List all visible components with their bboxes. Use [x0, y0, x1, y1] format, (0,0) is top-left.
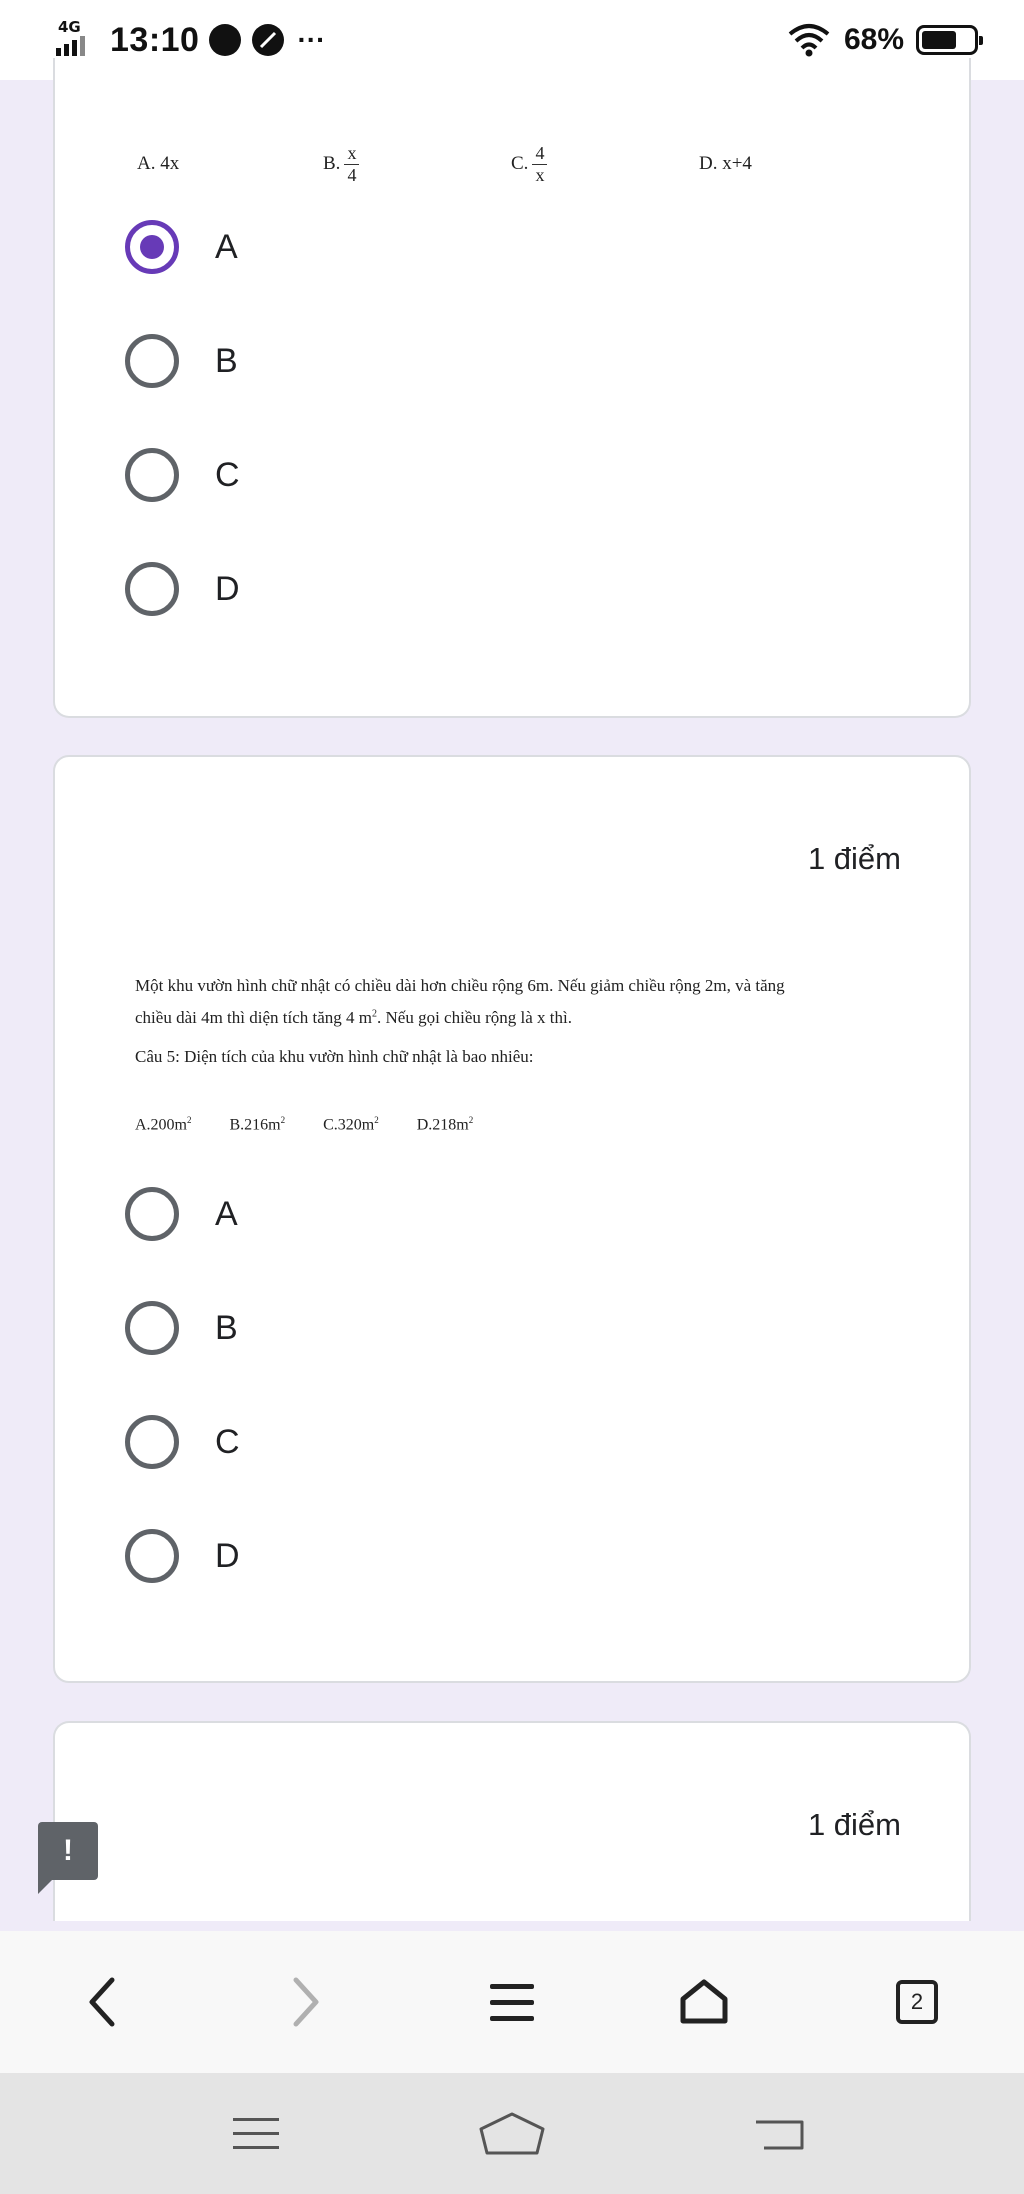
option-label: C [215, 455, 240, 494]
q5-option-b[interactable]: B [125, 1301, 238, 1355]
battery-icon [916, 25, 983, 55]
answer-text: D.218m [416, 1116, 469, 1134]
menu-icon [490, 1984, 534, 2021]
network-type: 4G [58, 18, 81, 36]
menu-button[interactable] [462, 1931, 562, 2073]
answer-sup: 2 [374, 1115, 379, 1125]
option-label: D [215, 1536, 240, 1575]
radio-icon[interactable] [125, 448, 179, 502]
answer-text: B.216m [229, 1116, 281, 1134]
tab-count: 2 [910, 1989, 924, 2014]
forward-button[interactable] [256, 1931, 356, 2073]
radio-icon[interactable] [125, 1415, 179, 1469]
menu-lines-icon [233, 2117, 279, 2149]
radio-checked-icon[interactable] [125, 220, 179, 274]
q4-option-a[interactable]: A [125, 220, 238, 274]
back-button[interactable] [52, 1931, 152, 2073]
home-button[interactable] [654, 1931, 754, 2073]
radio-icon[interactable] [125, 1301, 179, 1355]
answer-c-text: C. 4x [511, 124, 548, 204]
question-points: 1 điểm [807, 841, 901, 876]
answer-sup: 2 [468, 1115, 474, 1125]
answer-d-text: D.218m2 [417, 1115, 474, 1134]
leaf-icon [252, 24, 285, 56]
answer-text: C.320m [323, 1116, 375, 1134]
answer-sup: 2 [280, 1115, 286, 1125]
option-label: B [215, 1308, 238, 1347]
question-card-4: A. 4x B. x4 C. 4x D. x+4 A B C D [53, 58, 971, 718]
question-line-2-prefix: chiều dài 4m thì diện tích tăng 4 m [135, 1007, 373, 1027]
question-card-6: 1 điểm [53, 1721, 971, 1921]
answer-b-denominator: 4 [347, 164, 357, 185]
answer-c-denominator: x [535, 164, 545, 185]
answer-a-text: A.200m2 [135, 1115, 192, 1134]
notification-icon [209, 24, 242, 56]
radio-icon[interactable] [125, 1529, 179, 1583]
answer-b-text: B.216m2 [230, 1115, 286, 1134]
q5-option-d[interactable]: D [125, 1529, 240, 1583]
option-label: C [215, 1422, 240, 1461]
answer-d-text: D. x+4 [699, 153, 752, 174]
tabs-icon: 2 [896, 1980, 938, 2024]
question-line-3: Câu 5: Diện tích của khu vườn hình chữ n… [135, 1047, 534, 1066]
feedback-icon[interactable]: ! [38, 1822, 98, 1894]
answer-c-text: C.320m2 [323, 1115, 379, 1134]
system-back-button[interactable] [720, 2073, 840, 2194]
option-label: D [215, 569, 240, 608]
battery-percent: 68% [843, 23, 904, 56]
answer-c-numerator: 4 [532, 143, 548, 165]
answer-b-prefix: B. [323, 153, 341, 174]
answer-sup: 2 [187, 1115, 192, 1125]
q4-option-c[interactable]: C [125, 448, 240, 502]
question-text: Một khu vườn hình chữ nhật có chiều dài … [135, 973, 925, 1070]
more-notifications: ··· [297, 24, 326, 55]
home-icon [680, 1979, 728, 2024]
q4-option-d[interactable]: D [125, 562, 240, 616]
option-label: B [215, 341, 238, 380]
chevron-left-icon [89, 1977, 115, 2027]
tabs-button[interactable]: 2 [867, 1931, 967, 2073]
q5-option-a[interactable]: A [125, 1187, 238, 1241]
question-line-1: Một khu vườn hình chữ nhật có chiều dài … [135, 976, 785, 995]
answer-b-text: B. x4 [323, 124, 360, 204]
recent-apps-button[interactable] [196, 2073, 316, 2194]
answer-c-prefix: C. [511, 153, 529, 174]
answer-text: A.200m [135, 1116, 187, 1134]
answer-b-numerator: x [344, 143, 360, 165]
question-points: 1 điểm [807, 1807, 901, 1842]
option-label: A [215, 227, 238, 266]
wifi-icon [788, 24, 830, 57]
home-outline-icon [479, 2112, 545, 2154]
back-arrow-icon [756, 2120, 804, 2149]
chevron-right-icon [293, 1977, 319, 2027]
question-card-5: 1 điểm Một khu vườn hình chữ nhật có chi… [53, 755, 971, 1683]
clock: 13:10 [110, 20, 200, 59]
answer-a-text: A. 4x [137, 153, 180, 174]
question-answers-image: A. 4x B. x4 C. 4x D. x+4 [55, 124, 969, 204]
question-line-2-suffix: . Nếu gọi chiều rộng là x thì. [377, 1007, 573, 1027]
option-label: A [215, 1194, 238, 1233]
q5-option-c[interactable]: C [125, 1415, 240, 1469]
q4-option-b[interactable]: B [125, 334, 238, 388]
question-answer-list: A.200m2 B.216m2 C.320m2 D.218m2 [135, 1115, 473, 1134]
signal-icon: 4G [54, 18, 100, 60]
radio-icon[interactable] [125, 334, 179, 388]
radio-icon[interactable] [125, 1187, 179, 1241]
system-nav-bar [0, 2073, 1024, 2194]
question-line-2: chiều dài 4m thì diện tích tăng 4 m2. Nế… [135, 1005, 925, 1031]
browser-toolbar: 2 [0, 1931, 1024, 2073]
system-home-button[interactable] [452, 2073, 572, 2194]
radio-icon[interactable] [125, 562, 179, 616]
